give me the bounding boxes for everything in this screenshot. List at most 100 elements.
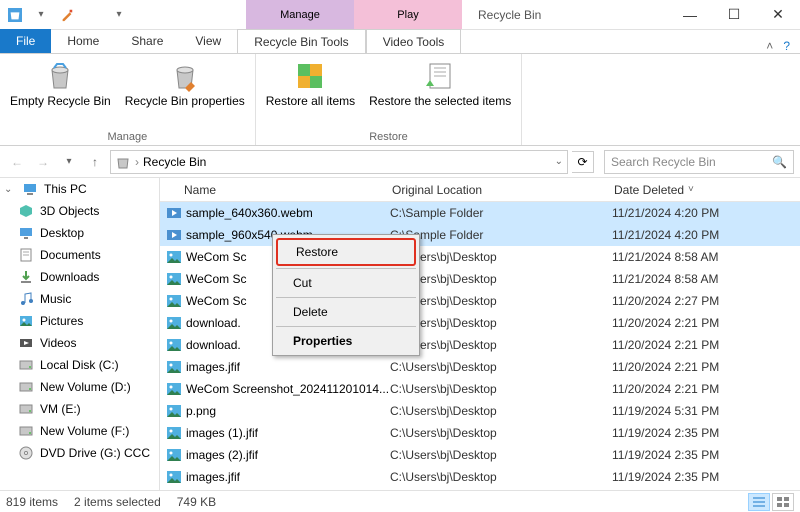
videos-icon <box>18 335 34 351</box>
table-row[interactable]: WeCom Screenshot_202411201014...C:\Users… <box>160 378 800 400</box>
downloads-icon <box>18 269 34 285</box>
file-original-location: C:\Users\bj\Desktop <box>390 316 612 330</box>
tree-item[interactable]: ⌄This PC <box>0 178 159 200</box>
table-row[interactable]: images.jfifC:\Users\bj\Desktop11/19/2024… <box>160 466 800 488</box>
restore-selected-items-button[interactable]: Restore the selected items <box>363 58 517 110</box>
context-menu-delete[interactable]: Delete <box>275 300 417 324</box>
ribbon-collapse-icon[interactable]: ˄ <box>766 39 773 53</box>
file-icon <box>166 205 182 221</box>
up-button[interactable]: ↑ <box>84 151 106 173</box>
back-button[interactable]: ← <box>6 151 28 173</box>
refresh-button[interactable]: ⟳ <box>572 151 594 173</box>
contextual-tabs: Manage Play <box>246 0 462 29</box>
tree-item[interactable]: Documents <box>0 244 159 266</box>
tree-item[interactable]: Videos <box>0 332 159 354</box>
recent-locations-dropdown[interactable]: ▾ <box>58 151 80 173</box>
context-menu-properties[interactable]: Properties <box>275 329 417 353</box>
maximize-button[interactable]: ☐ <box>712 0 756 29</box>
column-header-date-deleted[interactable]: Date Deleted˅ <box>614 183 800 197</box>
qat-properties-icon[interactable] <box>56 4 78 26</box>
pictures-icon <box>18 313 34 329</box>
column-header-name[interactable]: Name <box>184 183 392 197</box>
file-icon <box>166 381 182 397</box>
tab-recycle-bin-tools[interactable]: Recycle Bin Tools <box>237 29 366 53</box>
tree-item[interactable]: Pictures <box>0 310 159 332</box>
table-row[interactable]: sample_960x540.webmC:\Sample Folder11/21… <box>160 224 800 246</box>
tree-item-label: Videos <box>40 336 76 350</box>
breadcrumb-location[interactable]: Recycle Bin <box>143 155 206 169</box>
navigation-pane[interactable]: ⌄This PC 3D Objects DesktopDocumentsDownlo… <box>0 178 160 490</box>
tab-home[interactable]: Home <box>51 29 115 53</box>
tree-item-label: 3D Objects <box>40 204 99 218</box>
tab-share[interactable]: Share <box>115 29 179 53</box>
tree-item[interactable]: 3D Objects <box>0 200 159 222</box>
tab-file[interactable]: File <box>0 29 51 53</box>
tab-view[interactable]: View <box>179 29 237 53</box>
details-view-button[interactable] <box>748 493 770 511</box>
address-bar[interactable]: › Recycle Bin ⌄ <box>110 150 568 174</box>
table-row[interactable]: download.C:\Users\bj\Desktop11/20/2024 2… <box>160 334 800 356</box>
table-row[interactable]: WeCom ScC:\Users\bj\Desktop11/20/2024 2:… <box>160 290 800 312</box>
search-box[interactable]: Search Recycle Bin 🔍 <box>604 150 794 174</box>
qat-overflow[interactable]: ▾ <box>108 4 130 26</box>
tree-item[interactable]: Music <box>0 288 159 310</box>
dvd-icon <box>18 445 34 461</box>
file-icon <box>166 403 182 419</box>
table-row[interactable]: download.C:\Users\bj\Desktop11/20/2024 2… <box>160 312 800 334</box>
restore-all-items-button[interactable]: Restore all items <box>260 58 361 110</box>
thumbnails-view-button[interactable] <box>772 493 794 511</box>
file-name: images.jfif <box>186 470 390 484</box>
tree-item-label: Music <box>40 292 71 306</box>
breadcrumb-separator: › <box>135 155 139 169</box>
contextual-tab-manage[interactable]: Manage <box>246 0 354 29</box>
context-menu-cut[interactable]: Cut <box>275 271 417 295</box>
tree-item[interactable]: New Volume (F:) <box>0 420 159 442</box>
table-row[interactable]: p.pngC:\Users\bj\Desktop11/19/2024 5:31 … <box>160 400 800 422</box>
tree-item[interactable]: Downloads <box>0 266 159 288</box>
forward-button[interactable]: → <box>32 151 54 173</box>
file-icon <box>166 359 182 375</box>
recycle-bin-properties-button[interactable]: Recycle Bin properties <box>119 58 251 110</box>
table-row[interactable]: images.jfifC:\Users\bj\Desktop11/20/2024… <box>160 356 800 378</box>
3d-icon <box>18 203 34 219</box>
pc-icon <box>22 181 38 197</box>
context-menu-restore[interactable]: Restore <box>276 238 416 266</box>
desktop-icon <box>18 225 34 241</box>
contextual-tab-play[interactable]: Play <box>354 0 462 29</box>
tree-item[interactable]: Local Disk (C:) <box>0 354 159 376</box>
table-row[interactable]: WeCom ScC:\Users\bj\Desktop11/21/2024 8:… <box>160 246 800 268</box>
table-row[interactable]: images (2).jfifC:\Users\bj\Desktop11/19/… <box>160 444 800 466</box>
status-item-count: 819 items <box>6 495 58 509</box>
tab-video-tools[interactable]: Video Tools <box>366 29 462 53</box>
ribbon-group-restore: Restore all items Restore the selected i… <box>256 54 522 145</box>
close-button[interactable]: ✕ <box>756 0 800 29</box>
tree-item[interactable]: New Volume (D:) <box>0 376 159 398</box>
address-dropdown-icon[interactable]: ⌄ <box>555 156 563 167</box>
table-row[interactable]: WeCom ScC:\Users\bj\Desktop11/21/2024 8:… <box>160 268 800 290</box>
file-original-location: C:\Sample Folder <box>390 206 612 220</box>
tree-item[interactable]: VM (E:) <box>0 398 159 420</box>
qat-dropdown[interactable]: ▾ <box>30 4 52 26</box>
help-icon[interactable]: ? <box>783 39 790 53</box>
file-date-deleted: 11/20/2024 2:21 PM <box>612 338 719 352</box>
file-original-location: C:\Users\bj\Desktop <box>390 338 612 352</box>
tree-item[interactable]: DVD Drive (G:) CCC <box>0 442 159 464</box>
disk-icon <box>18 423 34 439</box>
tree-item-label: DVD Drive (G:) CCC <box>40 446 150 460</box>
qat-blank[interactable] <box>82 4 104 26</box>
file-name: p.png <box>186 404 390 418</box>
file-rows[interactable]: sample_640x360.webmC:\Sample Folder11/21… <box>160 202 800 490</box>
table-row[interactable]: images (1).jfifC:\Users\bj\Desktop11/19/… <box>160 422 800 444</box>
file-name: WeCom Screenshot_202411201014... <box>186 382 390 396</box>
table-row[interactable]: sample_640x360.webmC:\Sample Folder11/21… <box>160 202 800 224</box>
tree-item-label: Local Disk (C:) <box>40 358 119 372</box>
empty-recycle-bin-button[interactable]: Empty Recycle Bin <box>4 58 117 110</box>
minimize-button[interactable]: — <box>668 0 712 29</box>
file-original-location: C:\Users\bj\Desktop <box>390 426 612 440</box>
tree-item[interactable]: Desktop <box>0 222 159 244</box>
tree-item-label: This PC <box>44 182 87 196</box>
qat-app-icon[interactable] <box>4 4 26 26</box>
column-header-original-location[interactable]: Original Location <box>392 183 614 197</box>
file-icon <box>166 337 182 353</box>
tree-item-label: VM (E:) <box>40 402 81 416</box>
